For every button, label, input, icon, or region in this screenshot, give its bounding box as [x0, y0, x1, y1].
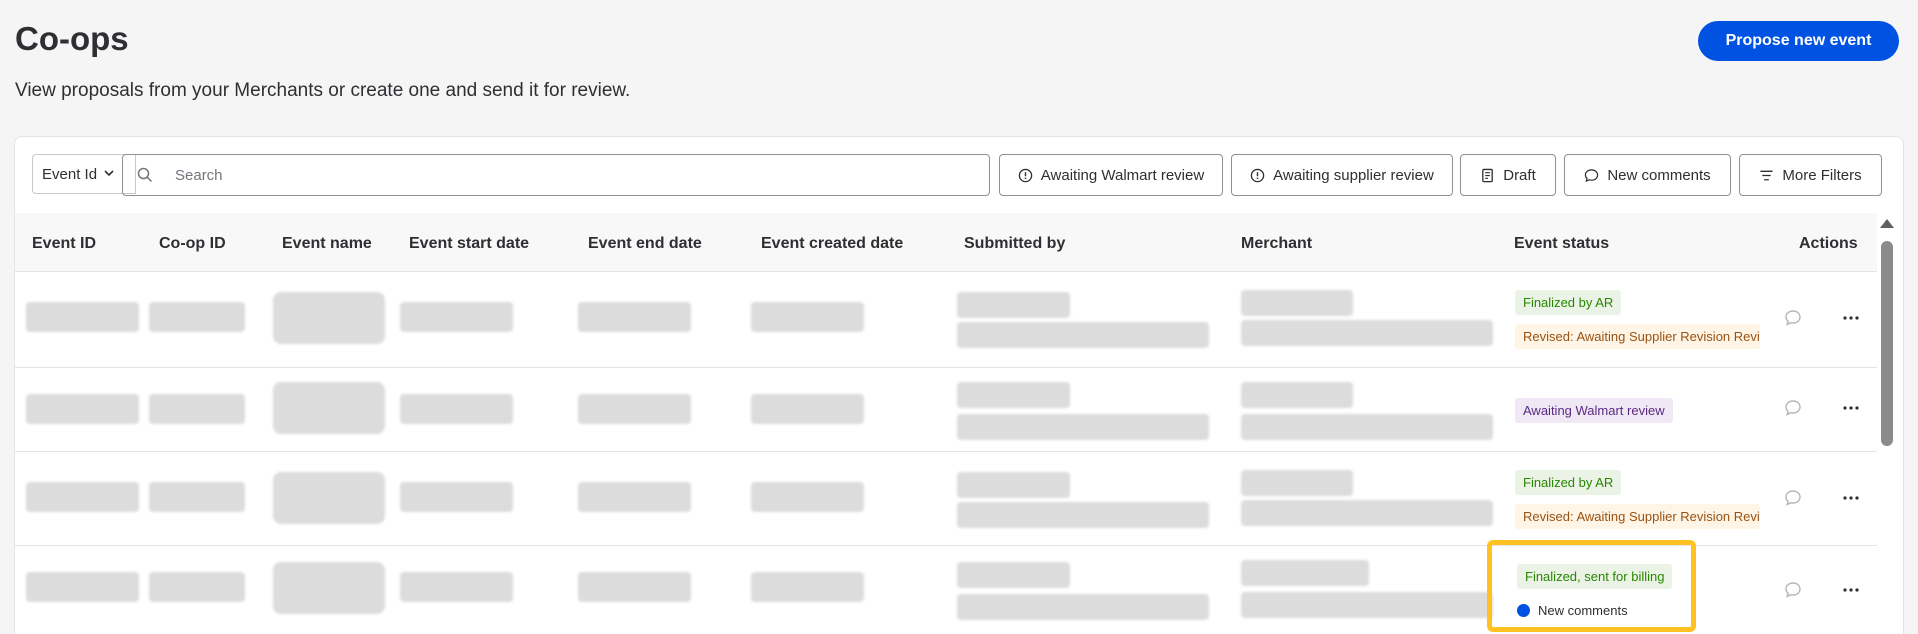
column-header-merchant[interactable]: Merchant	[1241, 235, 1312, 253]
search-icon	[137, 167, 153, 183]
redacted-submitter-email	[957, 322, 1209, 348]
filter-awaiting-supplier-button[interactable]: Awaiting supplier review	[1231, 154, 1453, 196]
status-badge: Revised: Awaiting Supplier Revision Revi…	[1515, 324, 1760, 349]
redacted-created-date	[751, 302, 864, 332]
redacted-start-date	[400, 302, 513, 332]
filter-lines-icon	[1760, 170, 1773, 180]
comment-bubble-icon[interactable]	[1783, 580, 1803, 600]
redacted-submitter-name	[957, 562, 1070, 588]
status-badge: Awaiting Walmart review	[1515, 398, 1673, 423]
redacted-event-id	[26, 572, 139, 602]
status-badge: Finalized by AR	[1515, 290, 1622, 315]
table-row[interactable]: Finalized by AR Revised: Awaiting Suppli…	[15, 271, 1877, 367]
redacted-merchant-email	[1241, 592, 1493, 618]
more-dots-icon[interactable]	[1841, 488, 1861, 508]
redacted-start-date	[400, 572, 513, 602]
table-row[interactable]: Finalized by AR Revised: Awaiting Suppli…	[15, 451, 1877, 545]
redacted-coop-id	[149, 482, 245, 512]
column-header-start-date[interactable]: Event start date	[409, 235, 529, 253]
filter-draft-label: Draft	[1503, 166, 1536, 184]
search-field-select[interactable]: Event Id	[32, 154, 136, 194]
redacted-start-date	[400, 482, 513, 512]
more-filters-button[interactable]: More Filters	[1739, 154, 1882, 196]
redacted-merchant-name	[1241, 290, 1353, 316]
redacted-merchant-name	[1241, 382, 1353, 408]
redacted-end-date	[578, 302, 691, 332]
comment-bubble-icon[interactable]	[1783, 488, 1803, 508]
redacted-created-date	[751, 482, 864, 512]
column-header-actions: Actions	[1799, 235, 1858, 252]
search-input[interactable]	[175, 166, 955, 184]
redacted-coop-id	[149, 302, 245, 332]
filter-new-comments-label: New comments	[1607, 166, 1711, 184]
redacted-submitter-email	[957, 502, 1209, 528]
redacted-event-name	[273, 472, 385, 524]
search-field-select-value: Event Id	[42, 165, 98, 183]
redacted-submitter-name	[957, 292, 1070, 318]
info-circle-icon	[1250, 168, 1265, 182]
redacted-submitter-name	[957, 382, 1070, 408]
redacted-coop-id	[149, 572, 245, 602]
filter-awaiting-supplier-label: Awaiting supplier review	[1273, 166, 1434, 184]
more-dots-icon[interactable]	[1841, 398, 1861, 418]
info-circle-icon	[1018, 168, 1033, 182]
redacted-end-date	[578, 482, 691, 512]
redacted-start-date	[400, 394, 513, 424]
redacted-event-name	[273, 292, 385, 344]
redacted-event-id	[26, 302, 139, 332]
redacted-event-name	[273, 382, 385, 434]
redacted-event-name	[273, 562, 385, 614]
redacted-event-id	[26, 482, 139, 512]
more-dots-icon[interactable]	[1841, 580, 1861, 600]
search-box	[122, 154, 990, 196]
chevron-down-icon	[104, 168, 114, 180]
redacted-merchant-name	[1241, 560, 1369, 586]
filter-awaiting-walmart-label: Awaiting Walmart review	[1040, 166, 1205, 184]
column-header-event-id[interactable]: Event ID	[32, 235, 96, 253]
status-badge: Revised: Awaiting Supplier Revision Revi…	[1515, 504, 1760, 529]
more-filters-label: More Filters	[1782, 166, 1862, 184]
draft-icon	[1482, 168, 1494, 182]
redacted-created-date	[751, 394, 864, 424]
column-header-status[interactable]: Event status	[1514, 235, 1609, 253]
column-header-coop-id[interactable]: Co-op ID	[159, 235, 226, 253]
table-row[interactable]: Awaiting Walmart review	[15, 367, 1877, 451]
redacted-end-date	[578, 572, 691, 602]
status-badge: Finalized by AR	[1515, 470, 1622, 495]
redacted-coop-id	[149, 394, 245, 424]
comment-icon	[1585, 168, 1599, 182]
filter-awaiting-walmart-button[interactable]: Awaiting Walmart review	[999, 154, 1223, 196]
filter-new-comments-button[interactable]: New comments	[1564, 154, 1731, 196]
redacted-merchant-email	[1241, 500, 1493, 526]
redacted-merchant-email	[1241, 320, 1493, 346]
page-title: Co-ops	[15, 20, 129, 57]
page-subtitle: View proposals from your Merchants or cr…	[15, 80, 631, 101]
column-header-event-name[interactable]: Event name	[282, 235, 372, 253]
comment-bubble-icon[interactable]	[1783, 308, 1803, 328]
redacted-submitter-email	[957, 594, 1209, 620]
table-header: Event ID Co-op ID Event name Event start…	[15, 213, 1877, 271]
redacted-created-date	[751, 572, 864, 602]
scroll-up-arrow-icon[interactable]	[1880, 219, 1894, 228]
column-header-end-date[interactable]: Event end date	[588, 235, 702, 253]
filter-draft-button[interactable]: Draft	[1460, 154, 1556, 196]
redacted-event-id	[26, 394, 139, 424]
more-dots-icon[interactable]	[1841, 308, 1861, 328]
redacted-merchant-name	[1241, 470, 1353, 496]
comment-bubble-icon[interactable]	[1783, 398, 1803, 418]
column-header-submitted-by[interactable]: Submitted by	[964, 235, 1065, 253]
redacted-submitter-name	[957, 472, 1070, 498]
scrollbar-thumb[interactable]	[1881, 241, 1893, 446]
redacted-submitter-email	[957, 414, 1209, 440]
redacted-merchant-email	[1241, 414, 1493, 440]
propose-new-event-button[interactable]: Propose new event	[1698, 21, 1899, 61]
highlight-box	[1487, 540, 1696, 632]
column-header-created-date[interactable]: Event created date	[761, 235, 903, 253]
table-toolbar: Event Id Awaiting Walmart review Awaitin…	[15, 137, 1903, 212]
redacted-end-date	[578, 394, 691, 424]
